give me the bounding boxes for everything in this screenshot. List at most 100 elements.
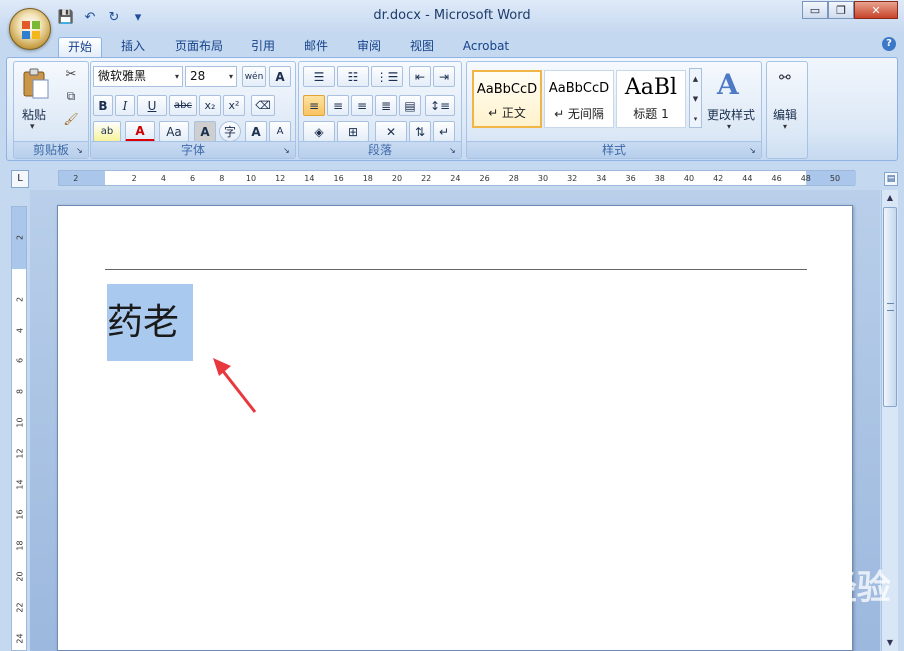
ruler-tick: 2: [73, 174, 79, 183]
font-launcher-icon[interactable]: ↘: [283, 146, 293, 156]
align-right-icon: ≡: [356, 98, 368, 113]
scroll-thumb[interactable]: [883, 207, 897, 407]
ribbon: 粘贴 ▾ ✂ ⧉ 🖌 剪贴板 ↘ 微软雅黑 ▾ 28 ▾ wén A B I U…: [6, 57, 898, 161]
font-size-combo[interactable]: 28 ▾: [185, 66, 237, 87]
ruler-tick: 20: [391, 174, 403, 183]
shrink-font-button[interactable]: A: [269, 121, 291, 142]
change-case-button[interactable]: Aa: [159, 121, 189, 142]
subscript-button[interactable]: x₂: [199, 95, 221, 116]
tab-view[interactable]: 视图: [401, 37, 443, 58]
tab-page-layout[interactable]: 页面布局: [166, 37, 232, 58]
shading-button[interactable]: ◈: [303, 121, 335, 142]
chevron-down-icon: ▾: [174, 72, 179, 81]
highlight-button[interactable]: ab: [93, 121, 121, 142]
font-name-combo[interactable]: 微软雅黑 ▾: [93, 66, 183, 87]
style-name: ↵ 正文: [488, 106, 526, 120]
character-shading-button[interactable]: A: [194, 121, 216, 142]
chevron-down-icon: ▾: [783, 122, 788, 131]
clipboard-launcher-icon[interactable]: ↘: [76, 146, 86, 156]
grow-font-button[interactable]: A: [245, 121, 267, 142]
justify-button[interactable]: ≣: [375, 95, 397, 116]
ruler-tick: 10: [15, 417, 25, 428]
tab-review[interactable]: 审阅: [348, 37, 390, 58]
enclose-characters-button[interactable]: 字: [219, 121, 241, 142]
borders-button[interactable]: ⊞: [337, 121, 369, 142]
office-button[interactable]: [9, 8, 51, 50]
bullets-button[interactable]: ☰: [303, 66, 335, 87]
ruler-tick: 12: [275, 174, 286, 183]
selected-text[interactable]: 药老: [107, 284, 193, 361]
tab-selector[interactable]: L: [11, 170, 29, 188]
ruler-tick: 34: [596, 174, 607, 183]
ruler-tick: 14: [15, 479, 25, 490]
decrease-indent-button[interactable]: ⇤: [409, 66, 431, 87]
restore-button[interactable]: ❐: [828, 1, 854, 19]
align-right-button[interactable]: ≡: [351, 95, 373, 116]
vertical-ruler[interactable]: 2 2 4 6 8 10 12 14 16 18 20 22 24: [11, 206, 27, 651]
view-ruler-icon[interactable]: ▤: [884, 172, 898, 186]
superscript-button[interactable]: x²: [223, 95, 245, 116]
show-marks-button[interactable]: ↵: [433, 121, 455, 142]
strikethrough-button[interactable]: abc: [169, 95, 197, 116]
underline-button[interactable]: U: [137, 95, 167, 116]
numbering-button[interactable]: ☷: [337, 66, 369, 87]
line-spacing-button[interactable]: ↕≡: [425, 95, 455, 116]
copy-button[interactable]: ⧉: [60, 86, 82, 107]
minimize-button[interactable]: ▭: [802, 1, 828, 19]
ruler-tick: 50: [829, 174, 841, 183]
ruler-tick: 18: [15, 540, 25, 551]
multilevel-list-button[interactable]: ⋮☰: [371, 66, 403, 87]
distributed-button[interactable]: ▤: [399, 95, 421, 116]
tab-references[interactable]: 引用: [242, 37, 284, 58]
sort-button[interactable]: ⇅: [409, 121, 431, 142]
justify-icon: ≣: [380, 98, 392, 113]
tab-mailings[interactable]: 邮件: [295, 37, 337, 58]
font-color-button[interactable]: A: [125, 121, 155, 142]
scroll-down-icon[interactable]: ▼: [882, 635, 898, 651]
brush-icon: 🖌: [63, 111, 79, 126]
increase-indent-button[interactable]: ⇥: [433, 66, 455, 87]
line-spacing-icon: ↕≡: [429, 98, 451, 113]
tab-home[interactable]: 开始: [58, 37, 102, 58]
border-icon: ⊞: [347, 124, 359, 139]
font-group-label: 字体: [91, 141, 295, 158]
tab-acrobat[interactable]: Acrobat: [455, 37, 517, 58]
cut-button[interactable]: ✂: [60, 64, 82, 85]
annotation-arrow-icon: [213, 358, 257, 413]
align-left-button[interactable]: ≡: [303, 95, 325, 116]
horizontal-ruler[interactable]: 2 2 4 6 8 10 12 14 16 18 20 22 24 26 28 30 32 34 36 38 40 42 4…: [58, 170, 856, 186]
paste-button[interactable]: 粘贴 ▾: [18, 66, 54, 138]
change-styles-icon: A: [717, 68, 739, 101]
editing-button[interactable]: ⚯ 编辑 ▾: [769, 66, 805, 138]
close-button[interactable]: ✕: [854, 1, 898, 19]
ruler-tick: 24: [450, 174, 461, 183]
chinese-layout-button[interactable]: ✕: [375, 121, 407, 142]
editing-group: ⚯ 编辑 ▾: [766, 61, 808, 159]
align-center-button[interactable]: ≡: [327, 95, 349, 116]
paragraph-launcher-icon[interactable]: ↘: [449, 146, 459, 156]
ruler-tick: 6: [15, 358, 25, 364]
help-icon[interactable]: ?: [882, 37, 896, 51]
font-group: 微软雅黑 ▾ 28 ▾ wén A B I U abc x₂ x² ⌫ ab A…: [90, 61, 296, 159]
tab-insert[interactable]: 插入: [112, 37, 154, 58]
format-painter-button[interactable]: 🖌: [60, 108, 82, 129]
change-styles-button[interactable]: A 更改样式 ▾: [705, 66, 761, 138]
ruler-tick: 6: [190, 174, 196, 183]
paint-bucket-icon: ◈: [314, 124, 324, 139]
style-normal[interactable]: AaBbCcD ↵ 正文: [472, 70, 542, 128]
ruler-tick: 16: [333, 174, 344, 183]
styles-scroll[interactable]: ▲ ▼ ▾: [689, 68, 702, 128]
pinyin-guide-button[interactable]: wén: [242, 66, 266, 87]
italic-button[interactable]: I: [115, 95, 135, 116]
baidu-watermark: Bai du 经验 jingyan.baidu.com: [690, 560, 891, 619]
style-no-spacing[interactable]: AaBbCcD ↵ 无间隔: [544, 70, 614, 128]
scroll-grip: [887, 303, 894, 311]
clipboard-group: 粘贴 ▾ ✂ ⧉ 🖌 剪贴板 ↘: [13, 61, 89, 159]
scroll-up-icon[interactable]: ▲: [882, 190, 898, 206]
bold-button[interactable]: B: [93, 95, 113, 116]
character-border-button[interactable]: A: [269, 66, 291, 87]
styles-launcher-icon[interactable]: ↘: [749, 146, 759, 156]
style-heading-1[interactable]: AaBl 标题 1: [616, 70, 686, 128]
align-center-icon: ≡: [332, 98, 344, 113]
clear-formatting-button[interactable]: ⌫: [251, 95, 275, 116]
